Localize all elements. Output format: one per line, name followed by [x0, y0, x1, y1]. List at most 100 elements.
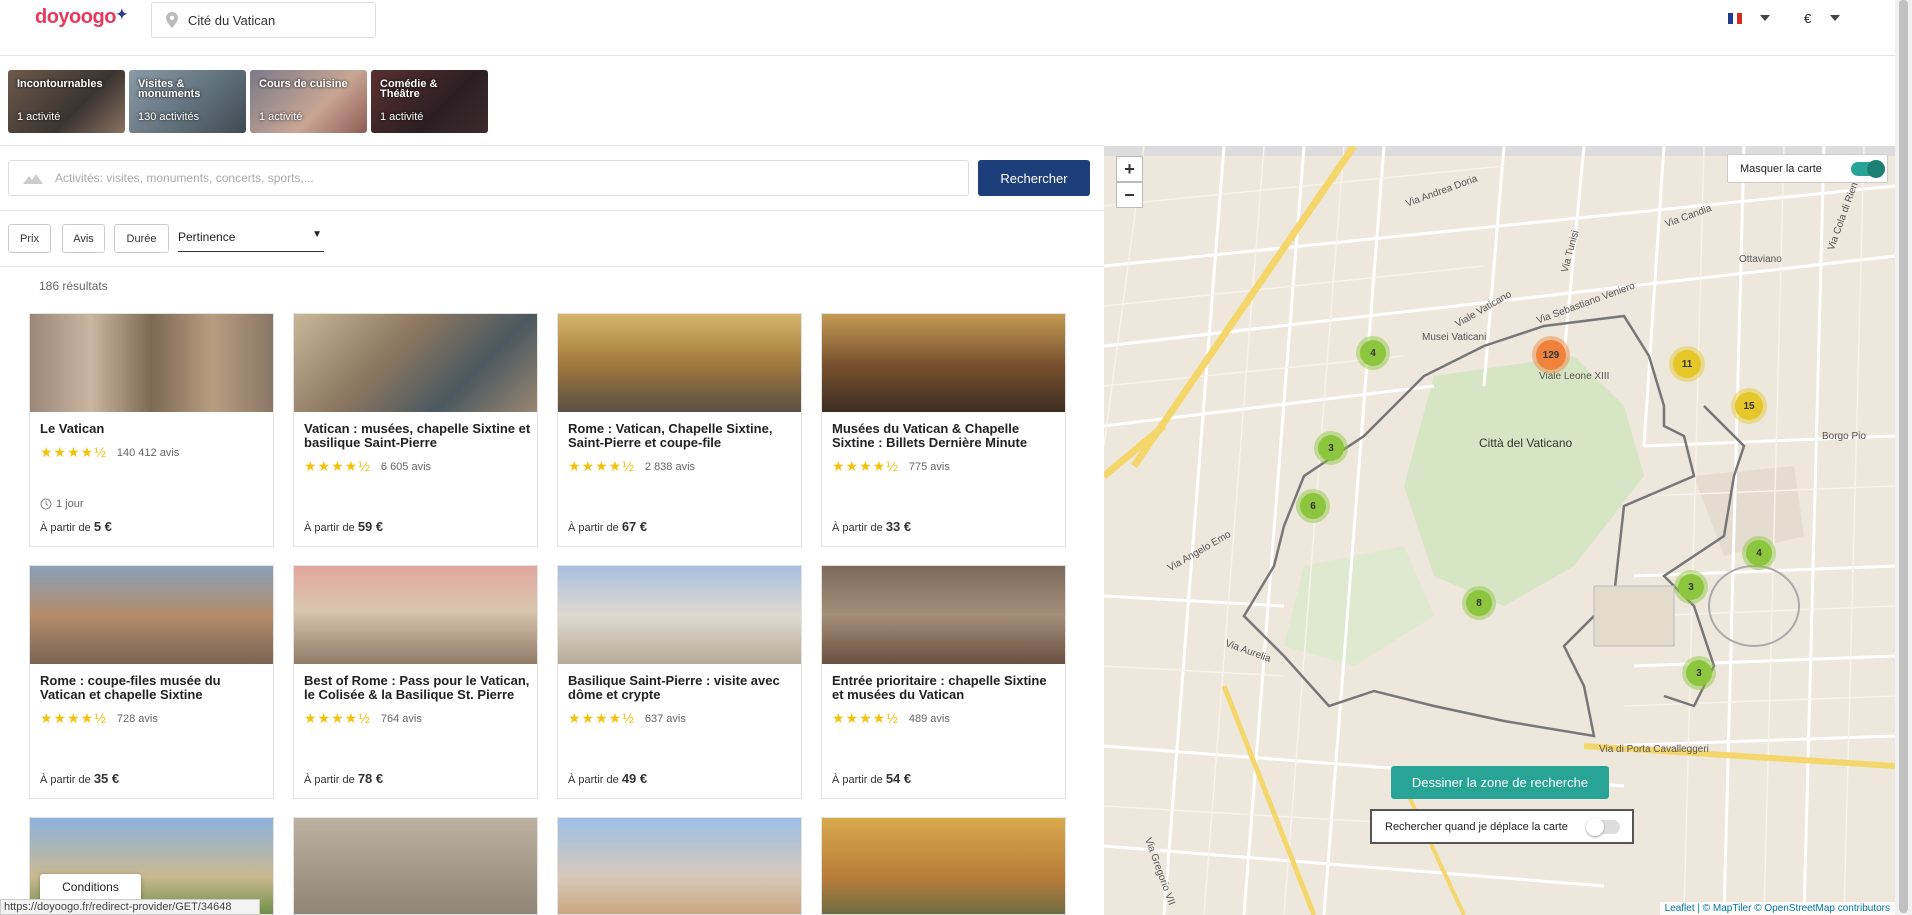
review-count: 637 avis [644, 712, 686, 725]
activity-card[interactable] [293, 817, 538, 915]
activity-title: Vatican : musées, chapelle Sixtine et ba… [304, 421, 531, 450]
filter-reviews-button[interactable]: Avis [62, 224, 105, 253]
category-count: 1 activité [17, 111, 61, 123]
activity-search-input[interactable]: Activités: visites, monuments, concerts,… [8, 160, 969, 196]
map-cluster-marker[interactable]: 3 [1678, 574, 1704, 600]
filter-duration-button[interactable]: Durée [114, 224, 169, 253]
rating-row: ★★★★½ 775 avis [832, 458, 950, 475]
star-rating-icon: ★★★★½ [304, 710, 371, 726]
activity-card[interactable]: Basilique Saint-Pierre : visite avec dôm… [557, 565, 802, 799]
star-rating-icon: ★★★★½ [40, 710, 107, 726]
location-field[interactable]: Cité du Vatican [151, 2, 376, 38]
category-incontournables[interactable]: Incontournables 1 activité [8, 70, 125, 133]
map-cluster-marker[interactable]: 4 [1746, 540, 1772, 566]
currency-chevron-down-icon[interactable] [1830, 15, 1840, 21]
rating-row: ★★★★½ 728 avis [40, 710, 158, 727]
logo-plus-icon: ✦ [115, 6, 128, 22]
price-value: 78 € [357, 771, 384, 786]
search-on-map-move-control[interactable]: Rechercher quand je déplace la carte [1370, 809, 1634, 844]
activity-duration: 1 jour [56, 498, 84, 510]
activity-card[interactable]: Best of Rome : Pass pour le Vatican, le … [293, 565, 538, 799]
map-cluster-marker[interactable]: 3 [1318, 435, 1344, 461]
zoom-out-button[interactable]: − [1116, 182, 1143, 208]
category-count: 130 activités [138, 111, 200, 123]
review-count: 764 avis [380, 712, 422, 725]
activity-price: À partir de 33 € [832, 519, 911, 534]
language-chevron-down-icon[interactable] [1760, 15, 1770, 21]
map-cluster-marker[interactable]: 3 [1686, 660, 1712, 686]
price-prefix: À partir de [304, 522, 355, 534]
activity-image [30, 314, 273, 412]
category-count: 1 activité [259, 111, 303, 123]
category-title: Incontournables [17, 78, 103, 90]
rating-row: ★★★★½ 637 avis [568, 710, 686, 727]
divider [0, 210, 1104, 211]
conditions-button[interactable]: Conditions [40, 874, 141, 901]
star-rating-icon: ★★★★½ [832, 710, 899, 726]
activity-card[interactable]: Le Vatican ★★★★½ 140 412 avis 1 jour À parti… [29, 313, 274, 547]
browser-status-url: https://doyoogo.fr/redirect-provider/GET… [0, 899, 260, 915]
france-flag-icon[interactable] [1728, 13, 1743, 24]
activity-card[interactable]: Musées du Vatican & Chapelle Sixtine : B… [821, 313, 1066, 547]
activity-card[interactable]: Rome : Vatican, Chapelle Sixtine, Saint-… [557, 313, 802, 547]
logo[interactable]: doyoogo✦ [35, 6, 128, 29]
activity-image [558, 566, 801, 664]
activity-image [30, 566, 273, 664]
price-value: 33 € [885, 519, 912, 534]
map-cluster-marker[interactable]: 11 [1673, 350, 1701, 378]
activity-card[interactable] [821, 817, 1066, 915]
price-value: 49 € [621, 771, 648, 786]
filter-price-button[interactable]: Prix [8, 224, 51, 253]
sort-select[interactable]: Pertinence ▼ [178, 226, 324, 252]
category-title: Visites & monuments [138, 78, 201, 100]
map-street-label: Via di Porta Cavalleggeri [1599, 744, 1709, 755]
star-rating-icon: ★★★★½ [568, 458, 635, 474]
map-cluster-marker[interactable]: 129 [1536, 340, 1566, 370]
map-cluster-marker[interactable]: 6 [1300, 493, 1326, 519]
activity-card[interactable]: Rome : coupe-files musée du Vatican et c… [29, 565, 274, 799]
toggle-switch-off[interactable] [1586, 818, 1620, 836]
sort-value: Pertinence [178, 230, 236, 244]
review-count: 2 838 avis [644, 460, 696, 473]
currency-selector[interactable]: € [1804, 11, 1811, 26]
price-prefix: À partir de [568, 774, 619, 786]
star-rating-icon: ★★★★½ [832, 458, 899, 474]
activity-image [558, 314, 801, 412]
toggle-switch-on[interactable] [1851, 160, 1885, 178]
hide-map-toggle[interactable]: Masquer la carte [1727, 154, 1888, 183]
activity-card[interactable] [557, 817, 802, 915]
rating-row: ★★★★½ 2 838 avis [568, 458, 695, 475]
category-cours-de-cuisine[interactable]: Cours de cuisine 1 activité [250, 70, 367, 133]
draw-search-area-button[interactable]: Dessiner la zone de recherche [1391, 766, 1609, 799]
activity-image [294, 818, 537, 914]
rating-row: ★★★★½ 6 605 avis [304, 458, 431, 475]
map-attribution[interactable]: Leaflet | © MapTiler © OpenStreetMap con… [1659, 902, 1895, 915]
activity-price: À partir de 5 € [40, 519, 112, 534]
page-scrollbar-thumb[interactable] [1899, 0, 1908, 913]
search-on-move-label: Rechercher quand je déplace la carte [1385, 820, 1568, 833]
category-comedie-theatre[interactable]: Comédie & Théâtre 1 activité [371, 70, 488, 133]
activity-image [822, 566, 1065, 664]
activity-image [558, 818, 801, 914]
map-cluster-marker[interactable]: 15 [1735, 392, 1763, 420]
activity-price: À partir de 49 € [568, 771, 647, 786]
activity-image [822, 314, 1065, 412]
category-visites-monuments[interactable]: Visites & monuments 130 activités [129, 70, 246, 133]
activity-title: Rome : coupe-files musée du Vatican et c… [40, 673, 221, 702]
map-cluster-marker[interactable]: 8 [1466, 590, 1492, 616]
rating-row: ★★★★½ 489 avis [832, 710, 950, 727]
activity-title: Best of Rome : Pass pour le Vatican, le … [304, 673, 530, 702]
rating-row: ★★★★½ 764 avis [304, 710, 422, 727]
price-prefix: À partir de [832, 522, 883, 534]
review-count: 775 avis [908, 460, 950, 473]
rating-row: ★★★★½ 140 412 avis [40, 444, 179, 461]
map-panel[interactable]: Città del Vaticano Via Andrea Doria Via … [1104, 146, 1895, 915]
activity-card[interactable]: Entrée prioritaire : chapelle Sixtine et… [821, 565, 1066, 799]
activity-title: Musées du Vatican & Chapelle Sixtine : B… [832, 421, 1028, 450]
map-cluster-marker[interactable]: 4 [1360, 340, 1386, 366]
activity-price: À partir de 35 € [40, 771, 119, 786]
search-button[interactable]: Rechercher [978, 160, 1090, 196]
zoom-in-button[interactable]: + [1116, 156, 1143, 182]
activity-card[interactable]: Vatican : musées, chapelle Sixtine et ba… [293, 313, 538, 547]
star-rating-icon: ★★★★½ [304, 458, 371, 474]
